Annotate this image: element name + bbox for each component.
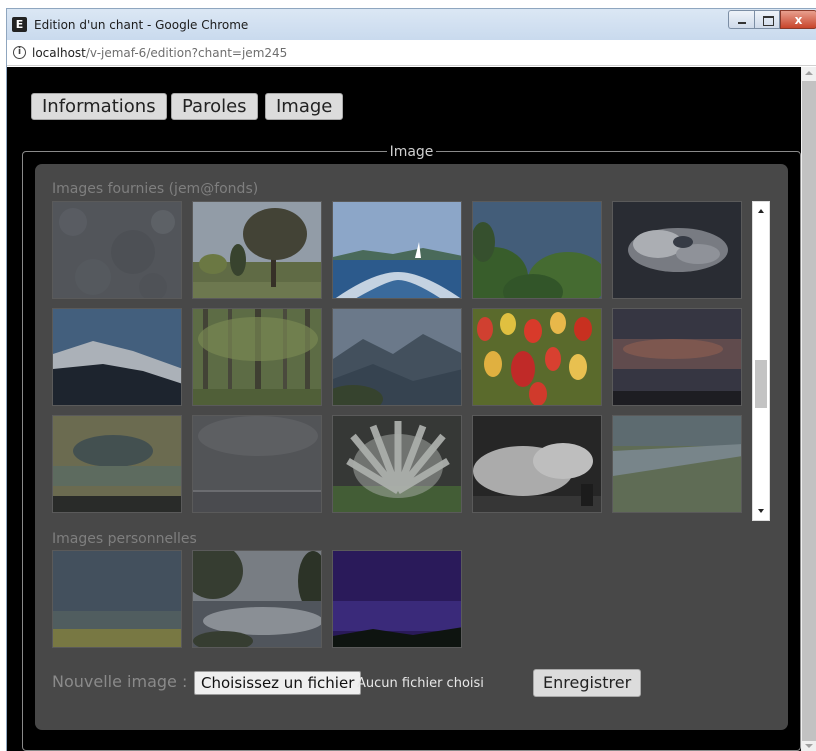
provided-image-15[interactable] [612,415,742,513]
provided-image-13[interactable] [332,415,462,513]
provided-image-11[interactable] [52,415,182,513]
provided-image-12[interactable] [192,415,322,513]
maximize-button[interactable] [754,10,780,29]
page-content: Informations Paroles Image Image Images … [7,67,801,751]
personal-image-3[interactable] [332,550,462,648]
personal-image-2[interactable] [192,550,322,648]
page-scroll-down-icon[interactable] [805,744,813,748]
new-image-label: Nouvelle image : [52,672,188,691]
address-bar[interactable]: i localhost/v-jemaf-6/edition?chant=jem2… [7,40,816,66]
page-scroll-thumb[interactable] [802,81,816,741]
provided-image-1[interactable] [52,201,182,299]
url-path: /v-jemaf-6/edition?chant=jem245 [85,46,288,60]
upload-row: Nouvelle image : Choisissez un fichier A… [52,669,772,697]
provided-image-3[interactable] [332,201,462,299]
provided-images-scrollbar[interactable] [752,201,770,521]
provided-image-10[interactable] [612,308,742,406]
provided-images-grid[interactable] [52,201,772,521]
url-host: localhost [32,46,86,60]
minimize-button[interactable] [728,10,754,29]
close-button[interactable]: x [780,10,816,29]
personal-image-1[interactable] [52,550,182,648]
fieldset-legend: Image [23,143,800,161]
fieldset-legend-text: Image [386,144,437,160]
choose-file-button[interactable]: Choisissez un fichier [194,671,362,695]
url-text[interactable]: localhost/v-jemaf-6/edition?chant=jem245 [32,46,287,60]
provided-image-8[interactable] [332,308,462,406]
page-scrollbar[interactable] [801,67,816,751]
provided-image-14[interactable] [472,415,602,513]
scroll-down-icon[interactable] [758,509,764,513]
scroll-thumb[interactable] [755,360,767,408]
image-panel: Images fournies (jem@fonds) Images perso… [35,164,788,730]
app-icon: E [12,17,27,32]
provided-image-5[interactable] [612,201,742,299]
close-icon: x [794,13,803,27]
file-status-text: Aucun fichier choisi [357,676,484,691]
save-button[interactable]: Enregistrer [533,669,642,697]
window-title: Edition d'un chant - Google Chrome [34,18,249,32]
browser-window: E Edition d'un chant - Google Chrome x i… [6,8,816,751]
page-scroll-up-icon[interactable] [805,71,813,75]
provided-image-2[interactable] [192,201,322,299]
provided-images-title: Images fournies (jem@fonds) [52,181,259,197]
provided-image-7[interactable] [192,308,322,406]
image-fieldset: Image Images fournies (jem@fonds) Images… [22,144,801,751]
scroll-up-icon[interactable] [758,209,764,213]
tab-image[interactable]: Image [265,93,344,120]
tab-informations[interactable]: Informations [31,93,167,120]
provided-image-6[interactable] [52,308,182,406]
provided-image-4[interactable] [472,201,602,299]
tab-paroles[interactable]: Paroles [171,93,258,120]
provided-image-9[interactable] [472,308,602,406]
personal-images-title: Images personnelles [52,531,197,547]
info-icon[interactable]: i [13,46,26,59]
title-bar: E Edition d'un chant - Google Chrome x [7,9,816,40]
